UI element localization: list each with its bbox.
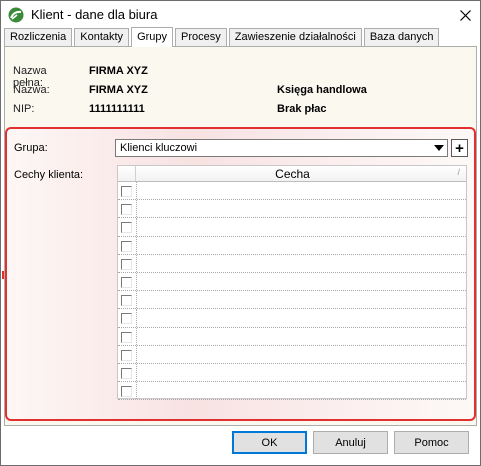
trait-cell[interactable] bbox=[137, 255, 466, 272]
full-name-value: FIRMA XYZ bbox=[89, 65, 148, 77]
nip-label: NIP: bbox=[13, 103, 35, 115]
tab-strip: Rozliczenia Kontakty Grupy Procesy Zawie… bbox=[4, 27, 441, 47]
group-selected-value: Klienci kluczowi bbox=[120, 142, 198, 154]
traits-grid: Cecha / bbox=[117, 165, 467, 401]
window-title: Klient - dane dla biura bbox=[31, 7, 158, 22]
row-checkbox[interactable] bbox=[121, 295, 132, 307]
group-dropdown[interactable]: Klienci kluczowi bbox=[115, 139, 448, 157]
name-label: Nazwa: bbox=[13, 84, 50, 96]
row-checkbox[interactable] bbox=[121, 186, 132, 197]
help-button[interactable]: Pomoc bbox=[394, 431, 469, 454]
trait-cell[interactable] bbox=[137, 182, 466, 199]
trait-cell[interactable] bbox=[137, 291, 466, 308]
table-row bbox=[118, 236, 466, 255]
table-row bbox=[118, 291, 466, 310]
tab-rozliczenia[interactable]: Rozliczenia bbox=[4, 28, 73, 47]
sort-indicator-icon: / bbox=[457, 167, 460, 177]
row-checkbox[interactable] bbox=[121, 222, 132, 234]
row-checkbox[interactable] bbox=[121, 204, 132, 216]
table-row bbox=[118, 272, 466, 292]
nip-value: 1111111111 bbox=[89, 103, 145, 115]
row-checkbox[interactable] bbox=[121, 367, 132, 379]
trait-cell[interactable] bbox=[137, 346, 466, 363]
tab-grupy[interactable]: Grupy bbox=[131, 27, 174, 47]
row-checkbox[interactable] bbox=[121, 313, 132, 325]
dialog-window: Klient - dane dla biura Rozliczenia Kont… bbox=[0, 0, 481, 466]
trait-cell[interactable] bbox=[137, 364, 466, 381]
table-row bbox=[118, 327, 466, 346]
table-row bbox=[118, 218, 466, 237]
tab-panel: Nazwa pełna: FIRMA XYZ Nazwa: FIRMA XYZ … bbox=[2, 46, 477, 426]
title-bar: Klient - dane dla biura bbox=[1, 1, 480, 30]
table-row bbox=[118, 254, 466, 273]
group-section: Grupa: Klienci kluczowi + Cechy klienta:… bbox=[2, 127, 476, 421]
row-checkbox[interactable] bbox=[121, 276, 132, 288]
close-icon[interactable] bbox=[451, 1, 480, 30]
trait-cell[interactable] bbox=[137, 200, 466, 217]
trait-cell[interactable] bbox=[137, 273, 466, 290]
table-row bbox=[118, 363, 466, 383]
grid-corner bbox=[118, 166, 136, 181]
tab-zawieszenie[interactable]: Zawieszenie działalności bbox=[228, 28, 362, 47]
row-checkbox[interactable] bbox=[121, 386, 132, 398]
add-group-button[interactable]: + bbox=[451, 139, 468, 157]
traits-label: Cechy klienta: bbox=[14, 169, 84, 181]
column-header-cecha[interactable]: Cecha bbox=[137, 167, 448, 181]
app-logo-icon bbox=[8, 7, 24, 23]
row-checkbox[interactable] bbox=[121, 240, 132, 252]
row-checkbox[interactable] bbox=[121, 331, 132, 343]
table-row bbox=[118, 345, 466, 364]
table-row bbox=[118, 382, 466, 401]
trait-cell[interactable] bbox=[137, 309, 466, 326]
trait-cell[interactable] bbox=[137, 237, 466, 254]
payroll-status: Brak płac bbox=[277, 103, 327, 115]
tab-baza-danych[interactable]: Baza danych bbox=[363, 28, 440, 47]
table-row bbox=[118, 200, 466, 219]
section-marker bbox=[2, 271, 7, 279]
ledger-type: Księga handlowa bbox=[277, 84, 367, 96]
tab-kontakty[interactable]: Kontakty bbox=[74, 28, 130, 47]
trait-cell[interactable] bbox=[137, 328, 466, 345]
trait-cell[interactable] bbox=[137, 382, 466, 399]
grid-rows bbox=[118, 182, 466, 401]
table-row bbox=[118, 309, 466, 328]
trait-cell[interactable] bbox=[137, 218, 466, 235]
group-label: Grupa: bbox=[14, 142, 48, 154]
chevron-down-icon[interactable] bbox=[434, 145, 444, 151]
name-value: FIRMA XYZ bbox=[89, 84, 148, 96]
tab-procesy[interactable]: Procesy bbox=[175, 28, 227, 47]
row-checkbox[interactable] bbox=[121, 349, 132, 361]
row-checkbox[interactable] bbox=[121, 258, 132, 270]
ok-button[interactable]: OK bbox=[232, 431, 307, 454]
table-row bbox=[118, 182, 466, 201]
grid-header: Cecha / bbox=[118, 166, 466, 182]
plus-icon: + bbox=[455, 139, 464, 157]
cancel-button[interactable]: Anuluj bbox=[313, 431, 388, 454]
